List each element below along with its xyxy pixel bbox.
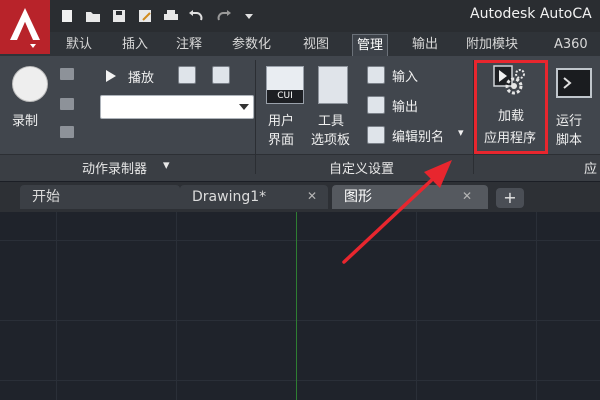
tool-palette-icon[interactable] xyxy=(318,66,348,104)
highlight-box xyxy=(474,60,548,154)
tab-annotate[interactable]: 注释 xyxy=(176,34,202,56)
insert-message-icon[interactable] xyxy=(60,68,74,80)
run-script-label[interactable]: 运行 xyxy=(556,110,582,129)
new-file-icon[interactable] xyxy=(56,5,78,27)
export-cui-icon[interactable] xyxy=(367,96,385,114)
run-script-label[interactable]: 脚本 xyxy=(556,129,582,148)
preferences-icon[interactable] xyxy=(178,66,196,84)
doc-tab-start[interactable]: 开始 xyxy=(20,185,180,209)
record-icon[interactable] xyxy=(12,66,48,102)
quick-access-toolbar xyxy=(56,3,260,29)
tab-parametric[interactable]: 参数化 xyxy=(232,34,271,56)
customize-dropdown-icon[interactable] xyxy=(238,5,260,27)
close-icon[interactable]: ✕ xyxy=(462,189,472,203)
window-title: Autodesk AutoCA xyxy=(470,6,592,22)
import-label[interactable]: 输入 xyxy=(392,66,418,85)
pgp-alias-icon[interactable] xyxy=(367,126,385,144)
applications-panel-title: 应 xyxy=(584,162,598,177)
tab-output[interactable]: 输出 xyxy=(412,34,438,56)
chevron-down-icon xyxy=(239,104,249,110)
tab-insert[interactable]: 插入 xyxy=(122,34,148,56)
tool-palette-label[interactable]: 选项板 xyxy=(311,129,350,148)
user-interface-label[interactable]: 界面 xyxy=(268,129,294,148)
chevron-down-icon[interactable]: ▾ xyxy=(458,126,464,139)
user-interface-label[interactable]: 用户 xyxy=(268,110,294,129)
tab-addins[interactable]: 附加模块 xyxy=(466,34,518,56)
import-cui-icon[interactable] xyxy=(367,66,385,84)
doc-tab-drawing1[interactable]: Drawing1* xyxy=(180,185,328,209)
macro-select[interactable] xyxy=(100,95,254,119)
redo-icon[interactable] xyxy=(212,5,234,27)
tool-palette-label[interactable]: 工具 xyxy=(318,110,344,129)
open-folder-icon[interactable] xyxy=(82,5,104,27)
drawing-canvas[interactable] xyxy=(0,212,600,400)
doc-tab-label: 开始 xyxy=(32,189,60,205)
doc-tab-label: Drawing1* xyxy=(192,189,267,205)
tab-view[interactable]: 视图 xyxy=(303,34,329,56)
cui-badge: CUI xyxy=(267,90,303,103)
save-as-icon[interactable] xyxy=(134,5,156,27)
grid-line xyxy=(0,240,600,241)
manage-macros-icon[interactable] xyxy=(212,66,230,84)
user-message-icon[interactable] xyxy=(60,126,74,138)
tab-manage[interactable]: 管理 xyxy=(352,34,389,57)
export-label[interactable]: 输出 xyxy=(392,96,418,115)
grid-line xyxy=(0,320,600,321)
close-icon[interactable]: ✕ xyxy=(307,189,317,203)
customization-panel-title: 自定义设置 xyxy=(329,162,395,177)
print-icon[interactable] xyxy=(160,5,182,27)
panel-divider xyxy=(255,60,256,174)
user-interface-icon[interactable]: CUI xyxy=(266,66,304,104)
record-label[interactable]: 录制 xyxy=(12,110,38,129)
autocad-logo-icon xyxy=(10,8,40,48)
play-icon[interactable] xyxy=(106,70,116,82)
undo-icon[interactable] xyxy=(186,5,208,27)
request-input-icon[interactable] xyxy=(60,98,74,110)
grid-line xyxy=(0,380,600,381)
save-icon[interactable] xyxy=(108,5,130,27)
new-tab-button[interactable]: + xyxy=(496,188,524,208)
run-script-icon[interactable] xyxy=(556,68,592,98)
panel-expand-icon[interactable]: ▾ xyxy=(163,158,170,173)
edit-aliases-label[interactable]: 编辑别名 xyxy=(392,126,444,145)
tab-default[interactable]: 默认 xyxy=(66,34,92,56)
doc-tab-label: 图形 xyxy=(344,189,372,205)
play-label[interactable]: 播放 xyxy=(128,67,154,86)
application-menu-button[interactable] xyxy=(0,0,50,54)
tab-a360[interactable]: A360 xyxy=(554,34,588,56)
y-axis-line xyxy=(296,212,297,400)
action-recorder-panel-title[interactable]: 动作录制器 xyxy=(82,158,147,177)
